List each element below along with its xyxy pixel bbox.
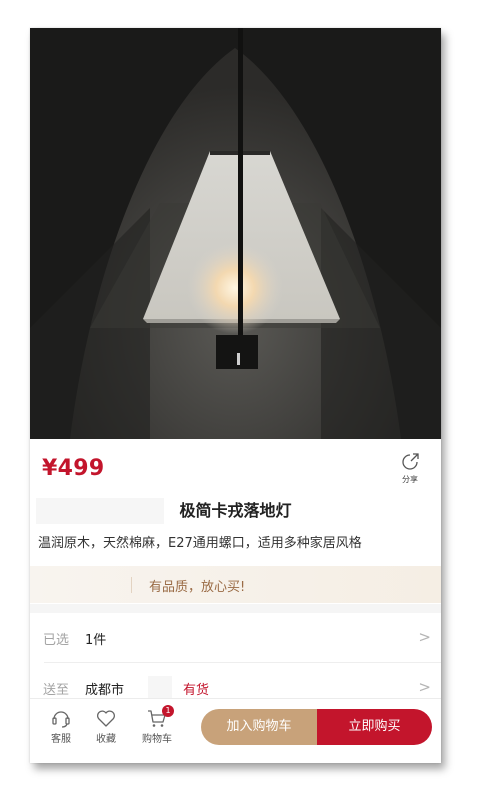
share-label: 分享 (402, 475, 418, 484)
product-subtitle: 温润原木，天然棉麻，E27通用螺口，适用多种家居风格 (38, 536, 362, 551)
phone-screen: ¥499 分享 极简卡戎落地灯 温润原木，天然棉麻，E27通用螺口，适用多种家居… (30, 28, 441, 763)
product-price: ¥499 (42, 456, 105, 481)
heart-icon (96, 710, 116, 727)
lamp-photo (30, 28, 441, 439)
share-icon (402, 453, 419, 470)
favorite-button[interactable]: 收藏 (86, 707, 126, 745)
section-gap (30, 604, 441, 613)
banner-divider (131, 577, 132, 593)
chevron-right-icon: > (418, 628, 431, 646)
delivery-label: 送至 (43, 683, 70, 698)
redacted-district (148, 676, 172, 698)
row-divider (44, 662, 441, 663)
product-image[interactable] (30, 28, 441, 439)
selected-option-row[interactable]: 已选 1件 > (30, 624, 441, 654)
cart-button[interactable]: 1 购物车 (137, 705, 177, 745)
stock-status: 有货 (183, 683, 210, 698)
quality-slogan: 有品质，放心买! (149, 580, 246, 595)
add-to-cart-button[interactable]: 加入购物车 (201, 709, 317, 745)
headset-icon (52, 711, 70, 728)
quality-banner: 有品质，放心买! (30, 566, 441, 603)
customer-service-button[interactable]: 客服 (41, 707, 81, 745)
favorite-label: 收藏 (96, 734, 116, 745)
service-label: 客服 (51, 734, 71, 745)
product-title: 极简卡戎落地灯 (179, 501, 292, 520)
bottom-action-bar: 客服 收藏 1 购物车 加入购物车 立即购买 (30, 698, 441, 763)
cart-count-badge: 1 (162, 705, 174, 717)
buy-now-button[interactable]: 立即购买 (317, 709, 432, 745)
cart-label: 购物车 (142, 734, 172, 745)
chevron-right-icon: > (418, 678, 431, 696)
selected-label: 已选 (43, 633, 70, 648)
selected-value: 1件 (85, 633, 107, 648)
share-button[interactable]: 分享 (396, 452, 424, 485)
delivery-city: 成都市 (85, 683, 125, 698)
